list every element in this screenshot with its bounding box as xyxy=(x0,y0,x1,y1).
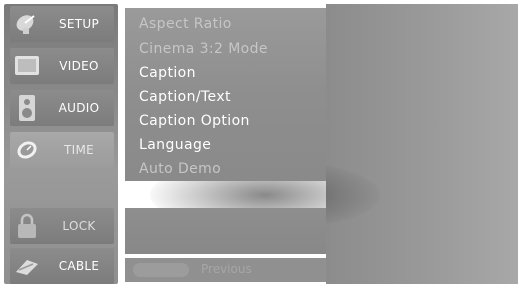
sidebar-item-label: CABLE xyxy=(58,259,100,273)
previous-button[interactable] xyxy=(133,263,189,277)
satellite-dish-icon xyxy=(10,7,44,41)
menu-item-caption-option[interactable]: Caption Option xyxy=(139,113,250,129)
sidebar-item-label: LOCK xyxy=(62,219,96,233)
cable-plug-icon xyxy=(10,249,44,283)
sidebar-item-lock[interactable]: LOCK xyxy=(10,208,114,244)
sidebar-item-audio[interactable]: AUDIO xyxy=(10,90,114,126)
sidebar-item-time[interactable]: TIME xyxy=(10,132,114,168)
sidebar-item-label: SETUP xyxy=(58,17,100,31)
submenu-detail-panel xyxy=(125,208,326,254)
menu-item-language[interactable]: Language xyxy=(139,137,211,153)
clock-icon xyxy=(10,133,44,167)
tv-screen-icon xyxy=(10,49,44,83)
sidebar-item-label: VIDEO xyxy=(59,59,99,73)
menu-item-auto-demo[interactable]: Auto Demo xyxy=(139,161,221,177)
speaker-icon xyxy=(10,91,44,125)
footer-bar: Previous xyxy=(125,258,326,282)
sidebar-item-label: AUDIO xyxy=(58,101,100,115)
option-submenu: Aspect Ratio Cinema 3:2 Mode Caption Cap… xyxy=(125,8,326,181)
sidebar-item-setup[interactable]: SETUP xyxy=(10,6,114,42)
tv-osd-menu: SETUP VIDEO AUDIO TIME LOCK CABLE Aspect… xyxy=(0,0,521,286)
sidebar-item-video[interactable]: VIDEO xyxy=(10,48,114,84)
menu-item-aspect-ratio[interactable]: Aspect Ratio xyxy=(139,16,232,32)
previous-label: Previous xyxy=(201,262,252,276)
padlock-icon xyxy=(10,209,44,243)
sidebar-item-label: TIME xyxy=(63,143,94,157)
menu-item-cinema-mode[interactable]: Cinema 3:2 Mode xyxy=(139,41,268,57)
main-menu-sidebar: SETUP VIDEO AUDIO TIME LOCK CABLE xyxy=(4,4,118,284)
menu-item-caption-text[interactable]: Caption/Text xyxy=(139,89,231,105)
menu-item-caption[interactable]: Caption xyxy=(139,65,196,81)
sidebar-item-cable[interactable]: CABLE xyxy=(10,248,114,284)
video-background xyxy=(326,4,518,284)
